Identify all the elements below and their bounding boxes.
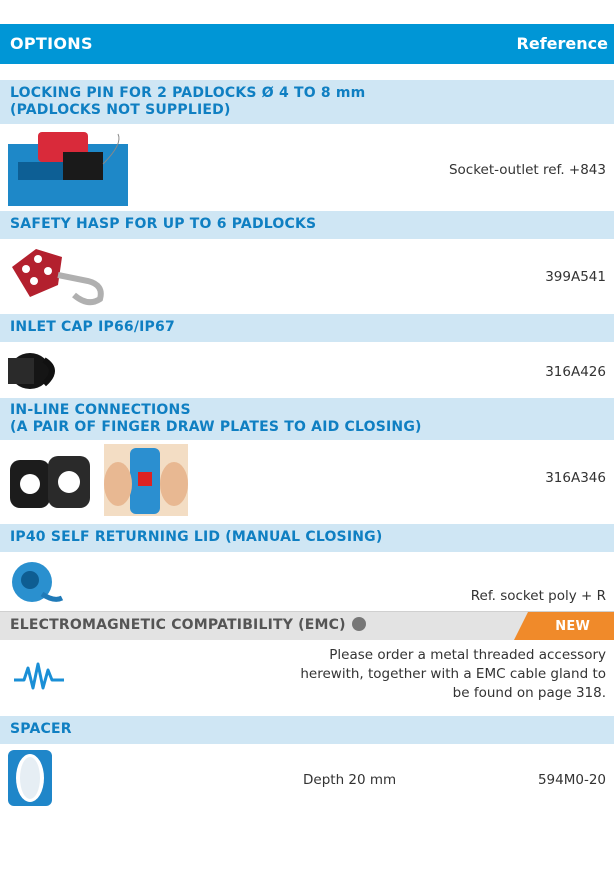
section-title-text: ELECTROMAGNETIC COMPATIBILITY (EMC)	[10, 617, 346, 633]
section-title-emc: ELECTROMAGNETIC COMPATIBILITY (EMC) NEW	[0, 612, 614, 640]
section-title-line: IN-LINE CONNECTIONS	[10, 402, 191, 418]
emc-description-line: Please order a metal threaded accessory	[329, 647, 606, 663]
section-title-line: LOCKING PIN FOR 2 PADLOCKS Ø 4 TO 8 mm	[10, 85, 366, 101]
row-locking-pin: Socket-outlet ref. +843	[0, 124, 614, 208]
ip40-lid-image	[12, 562, 64, 602]
emc-description-line: herewith, together with a EMC cable glan…	[300, 666, 606, 682]
row-in-line-connections: 316A346	[0, 442, 614, 518]
reference-ip40-lid: Ref. socket poly + R	[470, 588, 606, 604]
row-inlet-cap: 316A426	[0, 342, 614, 402]
reference-locking-pin: Socket-outlet ref. +843	[448, 162, 606, 178]
options-title: OPTIONS	[10, 34, 93, 53]
spacer-depth: Depth 20 mm	[303, 772, 397, 788]
reference-safety-hasp: 399A541	[545, 269, 606, 285]
section-title-inlet-cap: INLET CAP IP66/IP67	[0, 314, 614, 342]
section-title-locking-pin: LOCKING PIN FOR 2 PADLOCKS Ø 4 TO 8 mm (…	[0, 80, 614, 124]
row-spacer: Depth 20 mm 594M0-20	[0, 744, 614, 816]
row-safety-hasp: 399A541	[0, 239, 614, 309]
emc-wave-icon	[14, 662, 64, 690]
reference-in-line-connections: 316A346	[545, 470, 606, 486]
emc-description: Please order a metal threaded accessory …	[300, 646, 606, 703]
locking-pin-image	[8, 132, 128, 206]
emc-dot-icon	[351, 617, 366, 631]
safety-hasp-image	[12, 249, 104, 306]
section-title-in-line-connections: IN-LINE CONNECTIONS (A PAIR OF FINGER DR…	[0, 398, 614, 440]
section-title-ip40-lid: IP40 SELF RETURNING LID (MANUAL CLOSING)	[0, 524, 614, 552]
inlet-cap-image	[8, 353, 55, 389]
section-title-safety-hasp: SAFETY HASP FOR UP TO 6 PADLOCKS	[0, 211, 614, 239]
section-title-line: (A PAIR OF FINGER DRAW PLATES TO AID CLO…	[10, 419, 422, 435]
new-badge-label: NEW	[555, 619, 590, 634]
reference-inlet-cap: 316A426	[545, 364, 606, 380]
new-badge: NEW	[514, 612, 614, 640]
reference-column-label: Reference	[516, 34, 608, 53]
options-header: OPTIONS Reference	[0, 24, 614, 64]
spacer-image	[8, 750, 52, 806]
row-emc: Please order a metal threaded accessory …	[0, 640, 614, 712]
section-title-spacer: SPACER	[0, 716, 614, 744]
section-title-line: (PADLOCKS NOT SUPPLIED)	[10, 102, 231, 118]
row-ip40-lid: Ref. socket poly + R	[0, 552, 614, 612]
emc-description-line: be found on page 318.	[452, 685, 606, 701]
in-line-connection-photo	[104, 444, 188, 516]
finger-draw-plates-image	[10, 456, 90, 508]
reference-spacer: 594M0-20	[537, 772, 606, 788]
